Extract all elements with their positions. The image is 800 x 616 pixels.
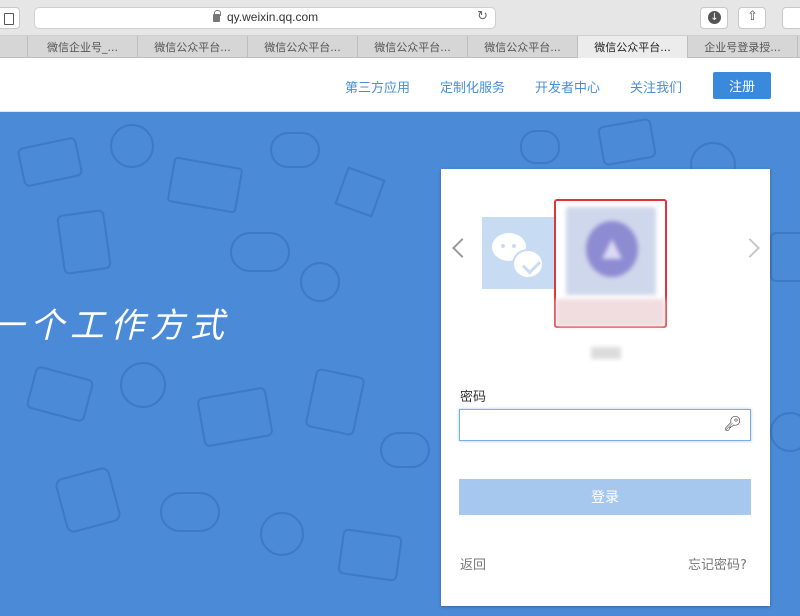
site-header: 第三方应用 定制化服务 开发者中心 关注我们 注册 bbox=[0, 58, 800, 112]
doodle-decoration bbox=[56, 208, 112, 276]
chevron-right-icon[interactable] bbox=[740, 238, 760, 258]
account-name-blurred bbox=[591, 347, 621, 359]
doodle-decoration bbox=[334, 166, 386, 218]
key-icon[interactable]: 🔑︎ bbox=[724, 416, 761, 432]
avatar bbox=[566, 207, 656, 295]
tab-bar: 微信企业号_... 微信公众平台... 微信公众平台... 微信公众平台... … bbox=[0, 36, 800, 58]
address-bar[interactable]: qy.weixin.qq.com ↻ bbox=[34, 7, 496, 29]
register-button[interactable]: 注册 bbox=[713, 72, 771, 99]
browser-tab[interactable] bbox=[0, 36, 28, 58]
url-text: qy.weixin.qq.com bbox=[227, 10, 319, 24]
share-icon[interactable] bbox=[738, 7, 766, 29]
doodle-decoration bbox=[520, 130, 560, 164]
tabs-icon[interactable] bbox=[782, 7, 800, 29]
browser-tab-active[interactable]: 微信公众平台... bbox=[578, 36, 688, 58]
doodle-decoration bbox=[337, 528, 403, 582]
forgot-password-link[interactable]: 忘记密码? bbox=[688, 554, 747, 573]
doodle-decoration bbox=[120, 362, 166, 408]
doodle-decoration bbox=[25, 364, 95, 424]
lock-icon bbox=[213, 10, 221, 22]
doodle-decoration bbox=[380, 432, 430, 468]
account-label-blurred bbox=[556, 299, 665, 327]
login-panel: 密码 🔑︎ 登录 返回 忘记密码? bbox=[441, 169, 770, 606]
browser-tab[interactable]: 微信公众平台... bbox=[248, 36, 358, 58]
bubble-dot bbox=[512, 244, 516, 248]
doodle-decoration bbox=[110, 124, 154, 168]
doodle-decoration bbox=[270, 132, 320, 168]
doodle-decoration bbox=[300, 262, 340, 302]
password-label: 密码 bbox=[460, 390, 487, 405]
browser-tab[interactable]: 微信公众平台... bbox=[138, 36, 248, 58]
doodle-decoration bbox=[196, 386, 274, 448]
doodle-decoration bbox=[770, 232, 800, 282]
nav-developer-center[interactable]: 开发者中心 bbox=[535, 77, 600, 96]
doodle-decoration bbox=[166, 156, 244, 214]
doodle-decoration bbox=[260, 512, 304, 556]
password-input[interactable] bbox=[459, 409, 751, 441]
reload-icon[interactable]: ↻ bbox=[477, 9, 488, 24]
avatar-shape bbox=[602, 239, 622, 259]
doodle-decoration bbox=[160, 492, 220, 532]
browser-tab[interactable]: 微信公众平台... bbox=[468, 36, 578, 58]
doodle-decoration bbox=[230, 232, 290, 272]
browser-tab[interactable]: 微信企业号_... bbox=[28, 36, 138, 58]
wechat-icon[interactable] bbox=[482, 217, 556, 289]
back-link[interactable]: 返回 bbox=[460, 554, 486, 573]
chevron-left-icon[interactable] bbox=[452, 238, 472, 258]
nav-follow-us[interactable]: 关注我们 bbox=[630, 77, 682, 96]
hero-slogan: 一个工作方式 bbox=[0, 306, 230, 346]
doodle-decoration bbox=[304, 367, 366, 437]
sidebar-icon[interactable] bbox=[0, 7, 20, 29]
selected-account-card[interactable] bbox=[554, 199, 667, 328]
check-bubble bbox=[512, 249, 544, 279]
download-icon[interactable] bbox=[700, 7, 728, 29]
browser-tab[interactable]: 企业号登录授... bbox=[688, 36, 798, 58]
browser-tab[interactable]: 微信公众平台... bbox=[358, 36, 468, 58]
browser-toolbar: qy.weixin.qq.com ↻ bbox=[0, 0, 800, 36]
doodle-decoration bbox=[596, 117, 658, 167]
nav-third-party-apps[interactable]: 第三方应用 bbox=[345, 77, 410, 96]
doodle-decoration bbox=[770, 412, 800, 452]
doodle-decoration bbox=[53, 465, 123, 535]
doodle-decoration bbox=[16, 136, 84, 188]
bubble-dot bbox=[501, 244, 505, 248]
nav-custom-services[interactable]: 定制化服务 bbox=[440, 77, 505, 96]
login-button[interactable]: 登录 bbox=[459, 479, 751, 515]
check-icon bbox=[521, 255, 542, 275]
